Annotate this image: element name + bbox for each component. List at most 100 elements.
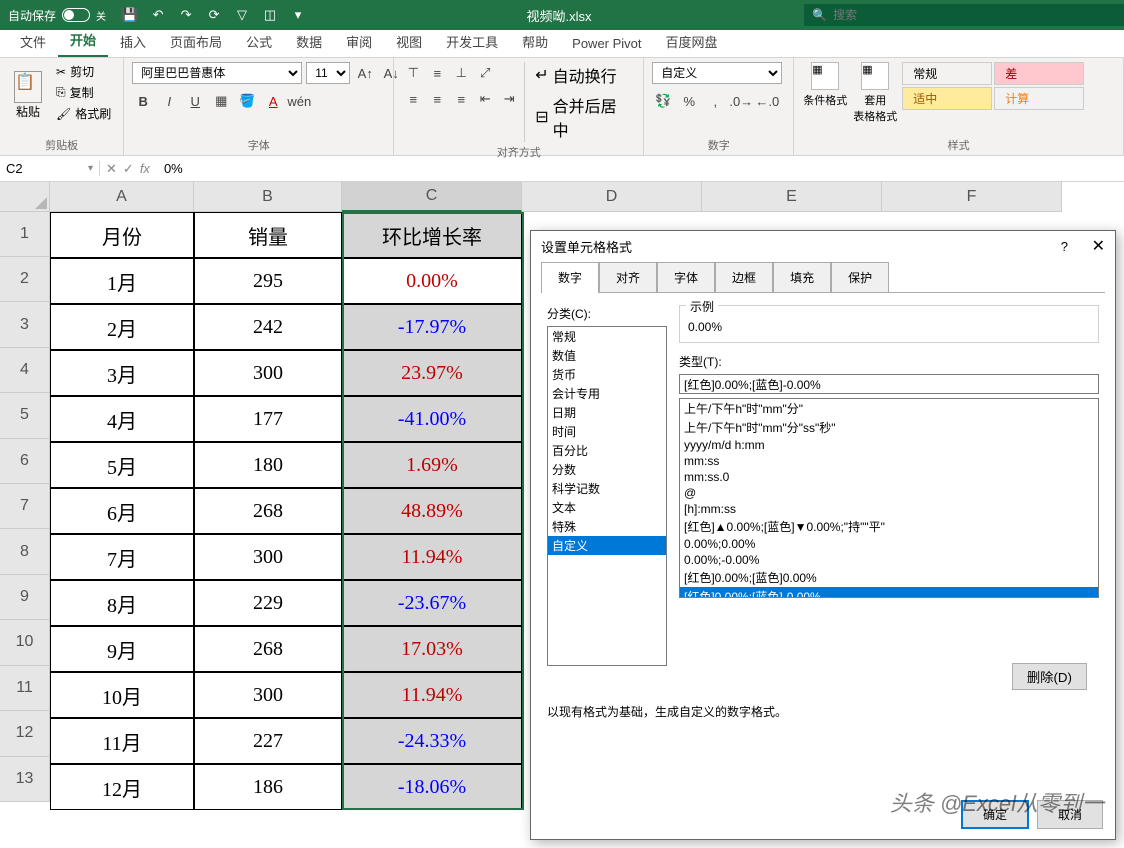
chevron-down-icon[interactable]: ▾ (88, 163, 93, 174)
underline-button[interactable]: U (184, 90, 206, 112)
format-painter-button[interactable]: 🖌格式刷 (52, 104, 115, 123)
align-right-icon[interactable]: ≡ (450, 88, 472, 110)
filter-icon[interactable]: ▽ (230, 3, 254, 27)
row-header[interactable]: 1 (0, 212, 50, 257)
row-header[interactable]: 8 (0, 529, 50, 574)
tab-开始[interactable]: 开始 (58, 24, 108, 57)
cell[interactable]: 229 (194, 580, 342, 626)
fx-icon[interactable]: fx (140, 161, 150, 177)
style-calc[interactable]: 计算 (994, 87, 1084, 110)
tab-帮助[interactable]: 帮助 (510, 26, 560, 57)
style-neutral[interactable]: 适中 (902, 87, 992, 110)
cell[interactable]: 180 (194, 442, 342, 488)
row-header[interactable]: 3 (0, 302, 50, 347)
qat-dropdown-icon[interactable]: ▾ (286, 3, 310, 27)
category-item[interactable]: 货币 (548, 365, 666, 384)
merge-center-button[interactable]: ⊟合并后居中 (531, 92, 635, 142)
cell[interactable]: 295 (194, 258, 342, 304)
tab-审阅[interactable]: 审阅 (334, 26, 384, 57)
category-item[interactable]: 百分比 (548, 441, 666, 460)
decrease-decimal-icon[interactable]: ←.0 (756, 90, 778, 112)
currency-icon[interactable]: 💱 (652, 90, 674, 112)
cell[interactable]: 227 (194, 718, 342, 764)
cell[interactable]: 9月 (50, 626, 194, 672)
cell[interactable]: 23.97% (342, 350, 522, 396)
undo-icon[interactable]: ↶ (146, 3, 170, 27)
type-item[interactable]: 0.00%;-0.00% (680, 552, 1098, 568)
tab-开发工具[interactable]: 开发工具 (434, 26, 510, 57)
select-all-button[interactable] (0, 182, 50, 212)
type-item[interactable]: yyyy/m/d h:mm (680, 437, 1098, 453)
close-icon[interactable]: ✕ (1092, 238, 1105, 255)
formula-input[interactable]: 0% (156, 161, 1124, 176)
category-item[interactable]: 时间 (548, 422, 666, 441)
tab-数据[interactable]: 数据 (284, 26, 334, 57)
category-item[interactable]: 自定义 (548, 536, 666, 555)
cancel-button[interactable]: 取消 (1037, 800, 1103, 829)
tab-公式[interactable]: 公式 (234, 26, 284, 57)
type-item[interactable]: 上午/下午h"时"mm"分"ss"秒" (680, 418, 1098, 437)
paste-button[interactable]: 📋 粘贴 (8, 62, 48, 128)
cell[interactable]: 6月 (50, 488, 194, 534)
refresh-icon[interactable]: ⟳ (202, 3, 226, 27)
align-left-icon[interactable]: ≡ (402, 88, 424, 110)
delete-button[interactable]: 删除(D) (1012, 663, 1087, 690)
cell[interactable]: 300 (194, 672, 342, 718)
type-item[interactable]: [红色]0.00%;[蓝色]-0.00% (680, 587, 1098, 598)
cut-button[interactable]: ✂剪切 (52, 62, 115, 81)
table-format-button[interactable]: ▦套用 表格格式 (852, 62, 898, 124)
autosave-toggle[interactable]: 自动保存 关 (0, 7, 114, 24)
fill-color-button[interactable]: 🪣 (236, 90, 258, 112)
cell[interactable]: 3月 (50, 350, 194, 396)
cell[interactable]: 2月 (50, 304, 194, 350)
font-color-button[interactable]: A (262, 90, 284, 112)
col-header-A[interactable]: A (50, 182, 194, 212)
category-list[interactable]: 常规数值货币会计专用日期时间百分比分数科学记数文本特殊自定义 (547, 326, 667, 666)
cell[interactable]: -24.33% (342, 718, 522, 764)
tab-页面布局[interactable]: 页面布局 (158, 26, 234, 57)
category-item[interactable]: 常规 (548, 327, 666, 346)
dialog-tab-填充[interactable]: 填充 (773, 262, 831, 293)
dialog-tab-字体[interactable]: 字体 (657, 262, 715, 293)
type-item[interactable]: [h]:mm:ss (680, 501, 1098, 517)
cell[interactable]: 11.94% (342, 672, 522, 718)
cell[interactable]: 4月 (50, 396, 194, 442)
phonetic-button[interactable]: wén (288, 90, 310, 112)
cell[interactable]: 12月 (50, 764, 194, 810)
save-icon[interactable]: 💾 (118, 3, 142, 27)
dialog-tab-边框[interactable]: 边框 (715, 262, 773, 293)
row-header[interactable]: 2 (0, 257, 50, 302)
italic-button[interactable]: I (158, 90, 180, 112)
search-input[interactable] (833, 8, 1116, 22)
row-header[interactable]: 11 (0, 666, 50, 711)
align-middle-icon[interactable]: ≡ (426, 62, 448, 84)
increase-decimal-icon[interactable]: .0→ (730, 90, 752, 112)
toggle-switch-icon[interactable] (62, 8, 90, 22)
cell[interactable]: 48.89% (342, 488, 522, 534)
type-item[interactable]: mm:ss (680, 453, 1098, 469)
col-header-E[interactable]: E (702, 182, 882, 212)
row-header[interactable]: 4 (0, 348, 50, 393)
help-icon[interactable]: ? (1061, 239, 1068, 254)
dialog-tab-对齐[interactable]: 对齐 (599, 262, 657, 293)
category-item[interactable]: 会计专用 (548, 384, 666, 403)
clear-icon[interactable]: ◫ (258, 3, 282, 27)
cell[interactable]: 300 (194, 534, 342, 580)
tab-Power Pivot[interactable]: Power Pivot (560, 30, 653, 57)
copy-button[interactable]: ⎘复制 (52, 83, 115, 102)
number-format-select[interactable]: 自定义 (652, 62, 782, 84)
tab-视图[interactable]: 视图 (384, 26, 434, 57)
align-top-icon[interactable]: ⊤ (402, 62, 424, 84)
cell[interactable]: 177 (194, 396, 342, 442)
type-item[interactable]: mm:ss.0 (680, 469, 1098, 485)
font-size-select[interactable]: 11 (306, 62, 350, 84)
dialog-titlebar[interactable]: 设置单元格格式 ? ✕ (531, 231, 1115, 261)
bold-button[interactable]: B (132, 90, 154, 112)
col-header-B[interactable]: B (194, 182, 342, 212)
comma-icon[interactable]: , (704, 90, 726, 112)
category-item[interactable]: 数值 (548, 346, 666, 365)
row-header[interactable]: 12 (0, 711, 50, 756)
name-box[interactable]: C2 ▾ (0, 161, 100, 176)
header-cell[interactable]: 环比增长率 (342, 212, 522, 258)
cell[interactable]: 186 (194, 764, 342, 810)
